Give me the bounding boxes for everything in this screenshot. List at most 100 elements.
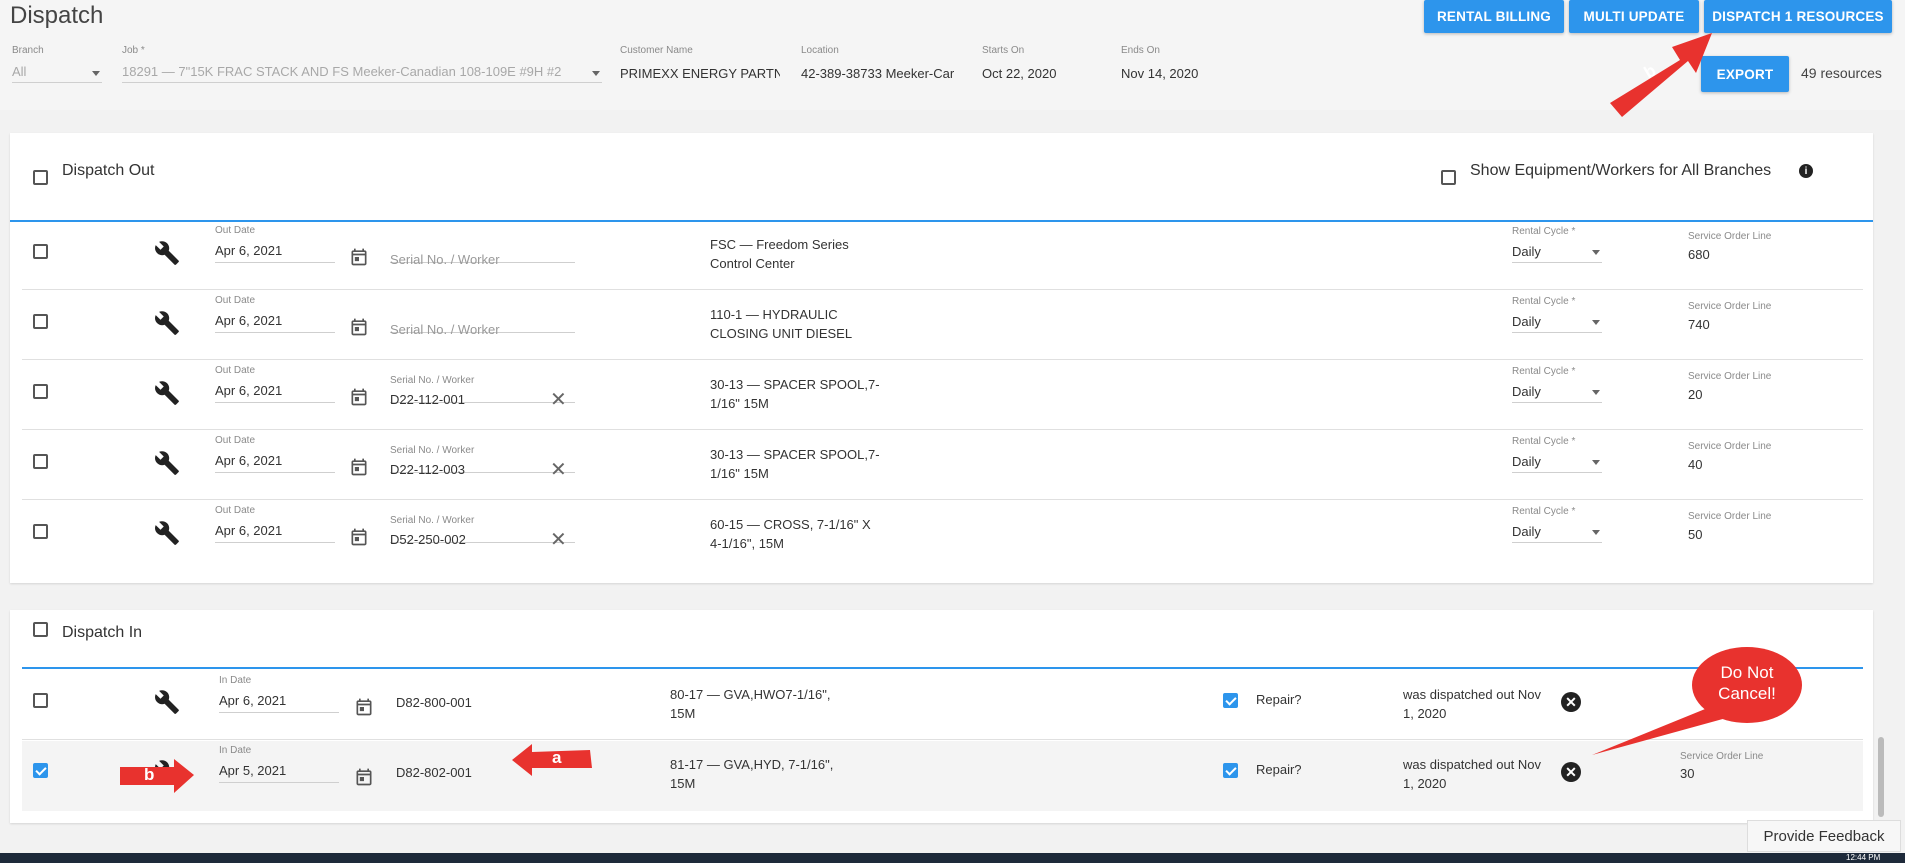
calendar-icon[interactable] — [354, 766, 374, 788]
row-checkbox[interactable] — [33, 763, 48, 778]
in-date-value: Apr 5, 2021 — [219, 763, 287, 778]
item-description: FSC — Freedom Series Control Center — [710, 235, 849, 273]
description-line-2: 15M — [670, 706, 696, 721]
job-value: 18291 — 7"15K FRAC STACK AND FS Meeker-C… — [122, 64, 562, 79]
in-date-input[interactable]: Apr 5, 2021 — [219, 760, 339, 783]
rental-cycle-select[interactable]: Daily — [1512, 240, 1602, 263]
rental-cycle-select[interactable]: Daily — [1512, 520, 1602, 543]
show-all-branches-checkbox[interactable] — [1441, 170, 1456, 185]
item-description: 30-13 — SPACER SPOOL,7- 1/16" 15M — [710, 375, 880, 413]
rental-cycle-select[interactable]: Daily — [1512, 310, 1602, 333]
row-checkbox[interactable] — [33, 314, 48, 329]
row-checkbox[interactable] — [33, 244, 48, 259]
scrollbar-thumb[interactable] — [1878, 737, 1884, 817]
service-order-line-label: Service Order Line — [1688, 371, 1772, 382]
cancel-dispatch-icon[interactable]: ✕ — [1561, 762, 1581, 782]
serial-worker-input[interactable]: D22-112-001 ✕ — [390, 380, 575, 410]
description-line-1: 110-1 — HYDRAULIC — [710, 307, 838, 322]
chevron-down-icon — [1592, 530, 1600, 535]
dispatch-out-divider — [10, 220, 1873, 222]
resource-count: 49 resources — [1801, 65, 1882, 81]
dispatch-in-select-all-checkbox[interactable] — [33, 622, 48, 637]
description-line-2: 1/16" 15M — [710, 396, 769, 411]
job-select[interactable]: 18291 — 7"15K FRAC STACK AND FS Meeker-C… — [122, 62, 602, 83]
branch-value: All — [12, 64, 27, 79]
row-checkbox[interactable] — [33, 454, 48, 469]
calendar-icon[interactable] — [349, 456, 369, 478]
clear-icon[interactable]: ✕ — [550, 460, 567, 480]
row-checkbox[interactable] — [33, 693, 48, 708]
dispatch-note-line-2: 1, 2020 — [1403, 776, 1447, 791]
item-description: 60-15 — CROSS, 7-1/16" X 4-1/16", 15M — [710, 515, 871, 553]
out-date-input[interactable]: Apr 6, 2021 — [215, 310, 335, 333]
row-divider — [22, 739, 1863, 740]
item-description: 80-17 — GVA,HWO7-1/16", 15M — [670, 685, 830, 723]
item-description: 81-17 — GVA,HYD, 7-1/16", 15M — [670, 755, 833, 793]
out-date-input[interactable]: Apr 6, 2021 — [215, 450, 335, 473]
in-date-value: Apr 6, 2021 — [219, 693, 287, 708]
cancel-dispatch-icon[interactable]: ✕ — [1561, 692, 1581, 712]
dispatch-out-select-all-checkbox[interactable] — [33, 170, 48, 185]
callout-text: Do Not Cancel! — [1692, 662, 1802, 704]
service-order-line-value: 680 — [1688, 247, 1710, 262]
out-date-label: Out Date — [215, 435, 256, 446]
branch-select[interactable]: All — [12, 62, 102, 83]
calendar-icon[interactable] — [349, 386, 369, 408]
service-order-line-label: Service Order Line — [1688, 301, 1772, 312]
rental-cycle-select[interactable]: Daily — [1512, 380, 1602, 403]
info-icon[interactable]: i — [1799, 164, 1813, 178]
out-date-input[interactable]: Apr 6, 2021 — [215, 240, 335, 263]
serial-value: D22-112-003 — [390, 462, 465, 477]
clear-icon[interactable]: ✕ — [550, 530, 567, 550]
clear-icon[interactable]: ✕ — [550, 390, 567, 410]
calendar-icon[interactable] — [354, 696, 374, 718]
customer-value: PRIMEXX ENERGY PARTN — [620, 66, 780, 81]
annotation-label-b-row: b — [144, 765, 155, 784]
calendar-icon[interactable] — [349, 526, 369, 548]
dispatch-out-card — [10, 133, 1873, 583]
serial-value: D52-250-002 — [390, 532, 466, 547]
rental-cycle-label: Rental Cycle * — [1512, 366, 1576, 377]
serial-worker-input[interactable]: D22-112-003 ✕ — [390, 450, 575, 480]
row-checkbox[interactable] — [33, 524, 48, 539]
out-date-label: Out Date — [215, 225, 256, 236]
service-order-line-value: 20 — [1688, 387, 1703, 402]
annotation-arrow-b-top — [1610, 33, 1712, 117]
wrench-icon — [154, 310, 180, 336]
dispatch-note-line-1: was dispatched out Nov — [1403, 757, 1542, 772]
dispatch-resources-button[interactable]: DISPATCH 1 RESOURCES — [1704, 0, 1892, 33]
repair-checkbox[interactable] — [1223, 693, 1238, 708]
row-checkbox[interactable] — [33, 384, 48, 399]
location-label: Location — [801, 45, 839, 56]
calendar-icon[interactable] — [349, 316, 369, 338]
job-label: Job * — [122, 45, 145, 56]
serial-worker-input[interactable]: D52-250-002 ✕ — [390, 520, 575, 550]
calendar-icon[interactable] — [349, 246, 369, 268]
repair-checkbox[interactable] — [1223, 763, 1238, 778]
dispatch-in-divider — [22, 667, 1863, 669]
in-date-input[interactable]: Apr 6, 2021 — [219, 690, 339, 713]
serial-worker-input[interactable]: Serial No. / Worker — [390, 240, 575, 267]
service-order-line-value: 30 — [1680, 766, 1695, 781]
out-date-input[interactable]: Apr 6, 2021 — [215, 520, 335, 543]
rental-cycle-select[interactable]: Daily — [1512, 450, 1602, 473]
rental-cycle-label: Rental Cycle * — [1512, 296, 1576, 307]
dispatch-out-title: Dispatch Out — [62, 162, 155, 179]
wrench-icon — [154, 240, 180, 266]
rental-cycle-value: Daily — [1512, 384, 1541, 399]
location-value: 42-389-38733 Meeker-Car — [801, 66, 955, 81]
serial-value: D22-112-001 — [390, 392, 465, 407]
row-divider — [22, 429, 1863, 430]
description-line-1: 30-13 — SPACER SPOOL,7- — [710, 377, 880, 392]
serial-worker-input[interactable]: Serial No. / Worker — [390, 310, 575, 337]
out-date-input[interactable]: Apr 6, 2021 — [215, 380, 335, 403]
provide-feedback-button[interactable]: Provide Feedback — [1747, 820, 1901, 852]
wrench-icon — [154, 450, 180, 476]
rental-billing-button[interactable]: RENTAL BILLING — [1424, 0, 1564, 33]
rental-cycle-value: Daily — [1512, 244, 1541, 259]
branch-label: Branch — [12, 45, 44, 56]
chevron-down-icon — [1592, 460, 1600, 465]
row-divider — [22, 359, 1863, 360]
description-line-1: 60-15 — CROSS, 7-1/16" X — [710, 517, 871, 532]
out-date-label: Out Date — [215, 295, 256, 306]
